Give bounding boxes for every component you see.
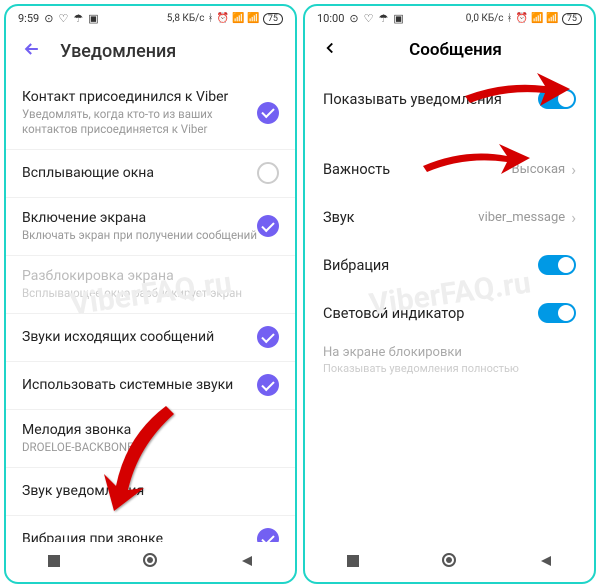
navbar bbox=[305, 542, 594, 582]
status-icon: ☂ bbox=[73, 12, 83, 25]
phone-right: ViberFAQ.ru 10:00 ⊙ ♡ ☂ ▣ 0,0 КБ/с ᚼ ⏰ 📶… bbox=[303, 4, 596, 584]
footer-subtitle: Показывать уведомления полностью bbox=[323, 362, 576, 375]
chevron-right-icon: › bbox=[571, 160, 576, 179]
nav-recents-icon[interactable] bbox=[47, 553, 61, 572]
row-vibration[interactable]: Вибрация bbox=[305, 241, 594, 289]
row-title: Всплывающие окна bbox=[22, 165, 257, 181]
row-title: Включение экрана bbox=[22, 210, 257, 226]
settings-list[interactable]: Контакт присоединился к Viber Уведомлять… bbox=[6, 77, 295, 542]
status-icon: ⊙ bbox=[349, 12, 358, 25]
status-icon: ☂ bbox=[379, 12, 389, 25]
row-title: Световой индикатор bbox=[323, 305, 538, 322]
page-title: Уведомления bbox=[60, 41, 176, 62]
header: Сообщения bbox=[305, 27, 594, 75]
checkbox-icon[interactable] bbox=[257, 528, 279, 542]
row-title: Звук bbox=[323, 209, 478, 226]
row-contact-joined[interactable]: Контакт присоединился к Viber Уведомлять… bbox=[6, 77, 295, 150]
toggle-switch[interactable] bbox=[538, 255, 576, 275]
row-title: Вибрация при звонке bbox=[22, 531, 257, 542]
wifi-icon: 📶 bbox=[247, 13, 259, 24]
settings-list[interactable]: Показывать уведомления Важность Высокая … bbox=[305, 75, 594, 542]
row-system-sounds[interactable]: Использовать системные звуки bbox=[6, 362, 295, 410]
row-ringtone[interactable]: Мелодия звонка DROELOE-BACKBONE bbox=[6, 410, 295, 468]
row-title: Использовать системные звуки bbox=[22, 377, 257, 393]
section-footer: На экране блокировки Показывать уведомле… bbox=[305, 337, 594, 389]
row-outgoing-sounds[interactable]: Звуки исходящих сообщений bbox=[6, 314, 295, 362]
row-title: Звук уведомления bbox=[22, 483, 279, 499]
row-popup[interactable]: Всплывающие окна bbox=[6, 150, 295, 198]
status-time: 9:59 bbox=[18, 12, 39, 25]
toggle-switch[interactable] bbox=[538, 303, 576, 323]
row-title: Контакт присоединился к Viber bbox=[22, 89, 257, 105]
battery-icon: 75 bbox=[562, 13, 582, 25]
row-value: Высокая bbox=[512, 162, 566, 177]
checkbox-icon[interactable] bbox=[257, 162, 279, 184]
row-subtitle: DROELOE-BACKBONE bbox=[22, 440, 279, 455]
signal-icon: 📶 bbox=[531, 13, 543, 24]
nav-back-icon[interactable] bbox=[240, 553, 254, 572]
row-title: Звуки исходящих сообщений bbox=[22, 329, 257, 345]
status-icon: ▣ bbox=[393, 12, 403, 25]
chevron-right-icon: › bbox=[571, 208, 576, 227]
row-subtitle: Включать экран при получении сообщений bbox=[22, 228, 257, 243]
status-icon: ⊙ bbox=[44, 12, 53, 25]
statusbar: 10:00 ⊙ ♡ ☂ ▣ 0,0 КБ/с ᚼ ⏰ 📶 📶 75 bbox=[305, 6, 594, 27]
row-importance[interactable]: Важность Высокая › bbox=[305, 145, 594, 193]
row-title: Вибрация bbox=[323, 257, 538, 274]
header: Уведомления bbox=[6, 27, 295, 77]
row-screen-on[interactable]: Включение экрана Включать экран при полу… bbox=[6, 198, 295, 256]
row-subtitle: Всплывающее окно разблокирует экран bbox=[22, 286, 279, 301]
bluetooth-icon: ᚼ bbox=[507, 13, 513, 24]
checkbox-icon[interactable] bbox=[257, 374, 279, 396]
signal-icon: 📶 bbox=[232, 13, 244, 24]
checkbox-icon[interactable] bbox=[257, 215, 279, 237]
row-title: Показывать уведомления bbox=[323, 91, 538, 108]
row-title: Разблокировка экрана bbox=[22, 268, 279, 284]
back-icon[interactable] bbox=[22, 39, 42, 63]
row-unlock: Разблокировка экрана Всплывающее окно ра… bbox=[6, 256, 295, 314]
status-data: 0,0 КБ/с bbox=[466, 13, 504, 24]
row-value: viber_message bbox=[478, 210, 565, 225]
bluetooth-icon: ᚼ bbox=[208, 13, 214, 24]
alarm-icon: ⏰ bbox=[516, 13, 528, 24]
row-notification-sound[interactable]: Звук уведомления bbox=[6, 468, 295, 516]
row-title: Важность bbox=[323, 161, 512, 178]
row-led[interactable]: Световой индикатор bbox=[305, 289, 594, 337]
row-show-notifications[interactable]: Показывать уведомления bbox=[305, 75, 594, 123]
nav-back-icon[interactable] bbox=[539, 553, 553, 572]
toggle-switch[interactable] bbox=[538, 89, 576, 109]
checkbox-icon[interactable] bbox=[257, 326, 279, 348]
status-data: 5,8 КБ/с bbox=[167, 13, 205, 24]
row-vibration-call[interactable]: Вибрация при звонке bbox=[6, 516, 295, 542]
checkbox-icon[interactable] bbox=[257, 102, 279, 124]
status-time: 10:00 bbox=[317, 12, 344, 25]
back-icon[interactable] bbox=[321, 39, 339, 61]
page-title: Сообщения bbox=[357, 40, 554, 60]
battery-icon: 75 bbox=[263, 13, 283, 25]
navbar bbox=[6, 542, 295, 582]
statusbar: 9:59 ⊙ ♡ ☂ ▣ 5,8 КБ/с ᚼ ⏰ 📶 📶 75 bbox=[6, 6, 295, 27]
phone-left: ViberFAQ.ru 9:59 ⊙ ♡ ☂ ▣ 5,8 КБ/с ᚼ ⏰ 📶 … bbox=[4, 4, 297, 584]
status-icon: ▣ bbox=[88, 12, 98, 25]
wifi-icon: 📶 bbox=[546, 13, 558, 24]
nav-home-icon[interactable] bbox=[142, 552, 158, 572]
nav-home-icon[interactable] bbox=[441, 552, 457, 572]
row-subtitle: Уведомлять, когда кто-то из ваших контак… bbox=[22, 107, 257, 137]
row-title: Мелодия звонка bbox=[22, 422, 279, 438]
row-sound[interactable]: Звук viber_message › bbox=[305, 193, 594, 241]
nav-recents-icon[interactable] bbox=[346, 553, 360, 572]
status-icon: ♡ bbox=[364, 12, 374, 25]
footer-title: На экране блокировки bbox=[323, 345, 576, 360]
alarm-icon: ⏰ bbox=[217, 13, 229, 24]
status-icon: ♡ bbox=[58, 12, 68, 25]
